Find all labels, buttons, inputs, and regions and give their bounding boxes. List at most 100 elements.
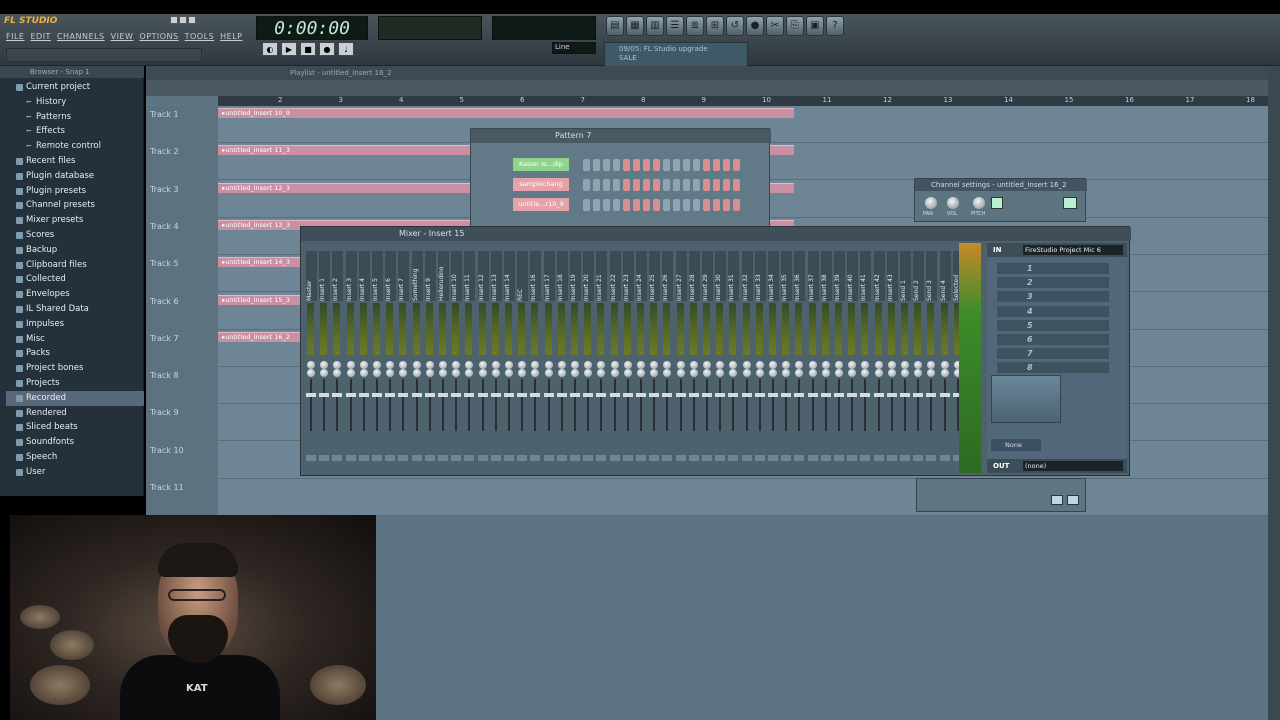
stereo-knob[interactable] [531, 369, 540, 377]
pan-knob[interactable] [518, 361, 527, 369]
send-switch[interactable] [768, 455, 778, 461]
browser-item[interactable]: Misc [6, 332, 144, 347]
send-switch[interactable] [319, 455, 330, 461]
step-sequencer-button[interactable]: ▦ [626, 16, 644, 36]
fx-slot[interactable]: 3 [997, 291, 1109, 303]
send-switch[interactable] [900, 455, 910, 461]
browser-item[interactable]: Plugin database [6, 169, 144, 184]
pan-knob[interactable] [505, 361, 513, 369]
stereo-knob[interactable] [874, 369, 883, 377]
mixer-strip[interactable]: Insert 2 [331, 243, 344, 473]
pan-knob[interactable] [663, 361, 672, 369]
volume-fader[interactable] [820, 393, 831, 397]
fx-slot[interactable]: 1 [997, 263, 1109, 274]
track-name[interactable]: Track 3 [150, 185, 179, 194]
step-button[interactable] [733, 159, 740, 171]
pan-knob[interactable] [544, 361, 553, 369]
volume-fader[interactable] [741, 393, 752, 397]
step-button[interactable] [693, 179, 700, 191]
channel-button[interactable]: untitle...r10_9 [513, 198, 569, 211]
mixer-button[interactable]: ≣ [686, 16, 704, 36]
step-button[interactable] [643, 179, 650, 191]
step-button[interactable] [633, 179, 640, 191]
volume-fader[interactable] [675, 393, 686, 397]
step-button[interactable] [683, 159, 690, 171]
send-switch[interactable] [385, 455, 396, 461]
pan-knob[interactable] [729, 361, 738, 369]
menu-channels[interactable]: CHANNELS [57, 32, 105, 44]
volume-fader[interactable] [768, 393, 778, 397]
mixer-strip[interactable]: Insert 23 [622, 243, 635, 473]
volume-fader[interactable] [926, 393, 937, 397]
step-button[interactable] [723, 199, 730, 211]
stereo-knob[interactable] [729, 369, 738, 377]
send-switch[interactable] [530, 455, 541, 461]
mixer-strip[interactable]: Insert 19 [569, 243, 582, 473]
volume-fader[interactable] [688, 393, 699, 397]
stereo-knob[interactable] [769, 369, 777, 377]
stereo-knob[interactable] [610, 369, 619, 377]
step-button[interactable] [583, 159, 590, 171]
volume-fader[interactable] [807, 393, 818, 397]
playlist-ruler[interactable]: 2 3 4 5 6 7 8 9 10 11 12 13 14 15 16 17 18 [218, 96, 1268, 106]
step-button[interactable] [643, 199, 650, 211]
pan-knob[interactable] [359, 361, 368, 369]
pan-knob[interactable] [861, 361, 870, 369]
step-button[interactable] [693, 199, 700, 211]
menu-view[interactable]: VIEW [111, 32, 134, 44]
step-button[interactable] [733, 179, 740, 191]
playlist-button[interactable]: ▤ [606, 16, 624, 36]
stereo-knob[interactable] [412, 369, 421, 377]
step-button[interactable] [623, 199, 630, 211]
browser-item[interactable]: Recorded [6, 390, 144, 406]
mixer-title[interactable]: Mixer - Insert 15 [301, 227, 1131, 241]
send-switch[interactable] [781, 455, 792, 461]
step-button[interactable] [713, 159, 720, 171]
step-button[interactable] [663, 199, 670, 211]
volume-fader[interactable] [451, 393, 462, 397]
pan-knob[interactable] [901, 361, 909, 369]
mixer-strip[interactable]: Insert 20 [582, 243, 595, 473]
step-button[interactable] [703, 179, 710, 191]
mixer-strip[interactable]: REC [516, 243, 529, 473]
volume-fader[interactable] [438, 393, 448, 397]
stereo-knob[interactable] [346, 369, 355, 377]
step-button[interactable] [723, 159, 730, 171]
volume-fader[interactable] [543, 393, 554, 397]
volume-fader[interactable] [728, 393, 739, 397]
browser-item[interactable]: ⌐ History [6, 95, 144, 110]
send-switch[interactable] [636, 455, 646, 461]
play-icon[interactable]: ▶ [281, 42, 297, 56]
volume-fader[interactable] [358, 393, 369, 397]
stereo-knob[interactable] [808, 369, 817, 377]
mixer-strip[interactable]: Insert 10 [450, 243, 463, 473]
volume-fader[interactable] [873, 393, 884, 397]
playlist-toolbar[interactable] [146, 80, 1280, 96]
volume-fader[interactable] [860, 393, 871, 397]
track-name[interactable]: Track 2 [150, 147, 179, 156]
volume-fader[interactable] [886, 393, 897, 397]
mixer-strip[interactable]: Insert 6 [384, 243, 397, 473]
volume-fader[interactable] [504, 393, 514, 397]
export-button[interactable]: ⎘ [786, 16, 804, 36]
mixer-strip[interactable]: Insert 37 [807, 243, 820, 473]
stereo-knob[interactable] [689, 369, 698, 377]
volume-fader[interactable] [477, 393, 488, 397]
stereo-knob[interactable] [848, 369, 857, 377]
pan-knob[interactable] [571, 361, 579, 369]
browser-item[interactable]: Impulses [6, 317, 144, 332]
stereo-knob[interactable] [425, 369, 434, 377]
browser-item[interactable]: Plugin presets [6, 184, 144, 199]
volume-fader[interactable] [754, 393, 765, 397]
browser-item[interactable]: Collected [6, 272, 144, 287]
step-button[interactable] [593, 199, 600, 211]
mixer-strip[interactable]: Insert 21 [595, 243, 608, 473]
stereo-knob[interactable] [518, 369, 527, 377]
browser-item[interactable]: Mixer presets [6, 213, 144, 228]
channel-button[interactable]: samplechang [513, 178, 569, 191]
track-name[interactable]: Track 9 [150, 408, 179, 417]
step-button[interactable] [723, 179, 730, 191]
mixer-strip[interactable]: Insert 40 [846, 243, 859, 473]
volume-fader[interactable] [596, 393, 607, 397]
volume-fader[interactable] [398, 393, 409, 397]
